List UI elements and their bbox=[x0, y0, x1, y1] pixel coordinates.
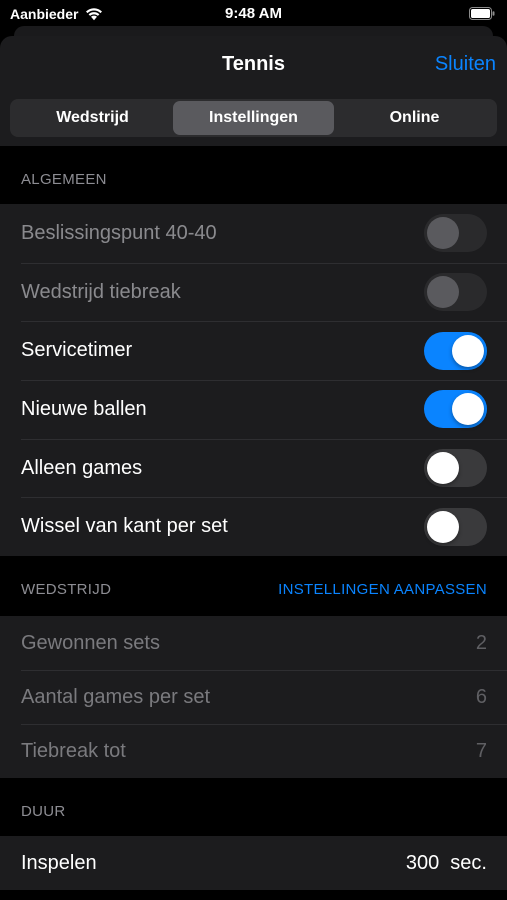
games-only-toggle[interactable] bbox=[424, 449, 487, 488]
setting-label: Nieuwe ballen bbox=[21, 397, 147, 420]
setting-label: Wissel van kant per set bbox=[21, 515, 228, 538]
setting-row-service-timer: Servicetimer bbox=[0, 321, 507, 380]
match-tiebreak-toggle[interactable] bbox=[424, 273, 487, 312]
status-time: 9:48 AM bbox=[225, 5, 282, 22]
match-settings-group: Gewonnen sets 2 Aantal games per set 6 T… bbox=[0, 616, 507, 778]
segmented-control: Wedstrijd Instellingen Online bbox=[10, 99, 497, 137]
general-settings-group: Beslissingspunt 40-40 Wedstrijd tiebreak… bbox=[0, 204, 507, 557]
section-title-general: ALGEMEEN bbox=[21, 171, 107, 188]
setting-row-deciding-point: Beslissingspunt 40-40 bbox=[0, 204, 507, 263]
setting-row-warmup[interactable]: Inspelen 300 sec. bbox=[0, 836, 507, 890]
service-timer-toggle[interactable] bbox=[424, 331, 487, 370]
setting-row-tiebreak-to: Tiebreak tot 7 bbox=[0, 724, 507, 778]
sheet-header: Tennis Sluiten Wedstrijd Instellingen On… bbox=[0, 36, 507, 146]
setting-row-new-balls: Nieuwe ballen bbox=[0, 380, 507, 439]
switch-sides-toggle[interactable] bbox=[424, 507, 487, 546]
section-title-match: WEDSTRIJD bbox=[21, 581, 112, 598]
tab-online[interactable]: Online bbox=[334, 101, 495, 135]
nav-title: Tennis bbox=[222, 53, 285, 75]
setting-value: 6 bbox=[475, 685, 487, 708]
settings-sheet: Tennis Sluiten Wedstrijd Instellingen On… bbox=[0, 36, 507, 900]
duration-settings-group: Inspelen 300 sec. bbox=[0, 836, 507, 890]
setting-label: Alleen games bbox=[21, 456, 143, 479]
setting-label: Tiebreak tot bbox=[21, 739, 126, 762]
setting-label: Gewonnen sets bbox=[21, 631, 160, 654]
toggle-knob bbox=[427, 510, 459, 543]
setting-row-games-per-set: Aantal games per set 6 bbox=[0, 670, 507, 724]
section-header-general: ALGEMEEN bbox=[0, 146, 507, 204]
battery-icon bbox=[469, 7, 495, 20]
setting-row-switch-sides: Wissel van kant per set bbox=[0, 497, 507, 556]
setting-label: Beslissingspunt 40-40 bbox=[21, 221, 217, 244]
setting-row-match-tiebreak: Wedstrijd tiebreak bbox=[0, 262, 507, 322]
tab-settings[interactable]: Instellingen bbox=[173, 101, 334, 135]
toggle-knob bbox=[427, 217, 459, 250]
toggle-knob bbox=[427, 276, 459, 309]
setting-row-sets-won: Gewonnen sets 2 bbox=[0, 616, 507, 670]
section-title-duration: DUUR bbox=[21, 803, 66, 820]
setting-label: Wedstrijd tiebreak bbox=[21, 280, 181, 303]
toggle-knob bbox=[452, 393, 484, 426]
setting-value: 2 bbox=[475, 631, 487, 654]
setting-label: Servicetimer bbox=[21, 339, 133, 362]
section-header-duration: DUUR bbox=[0, 778, 507, 836]
tab-match[interactable]: Wedstrijd bbox=[12, 101, 173, 135]
new-balls-toggle[interactable] bbox=[424, 390, 487, 429]
status-bar: Aanbieder 9:48 AM bbox=[0, 0, 507, 28]
toggle-knob bbox=[427, 452, 459, 485]
deciding-point-toggle[interactable] bbox=[424, 214, 487, 253]
toggle-knob bbox=[452, 334, 484, 367]
setting-value: 7 bbox=[475, 739, 487, 762]
setting-label: Aantal games per set bbox=[21, 685, 210, 708]
close-button[interactable]: Sluiten bbox=[435, 53, 496, 76]
warmup-value: 300 sec. bbox=[405, 851, 487, 874]
setting-row-games-only: Alleen games bbox=[0, 438, 507, 498]
edit-settings-button[interactable]: INSTELLINGEN AANPASSEN bbox=[278, 581, 487, 598]
setting-label: Inspelen bbox=[21, 851, 97, 874]
section-header-match: WEDSTRIJD INSTELLINGEN AANPASSEN bbox=[0, 556, 507, 614]
